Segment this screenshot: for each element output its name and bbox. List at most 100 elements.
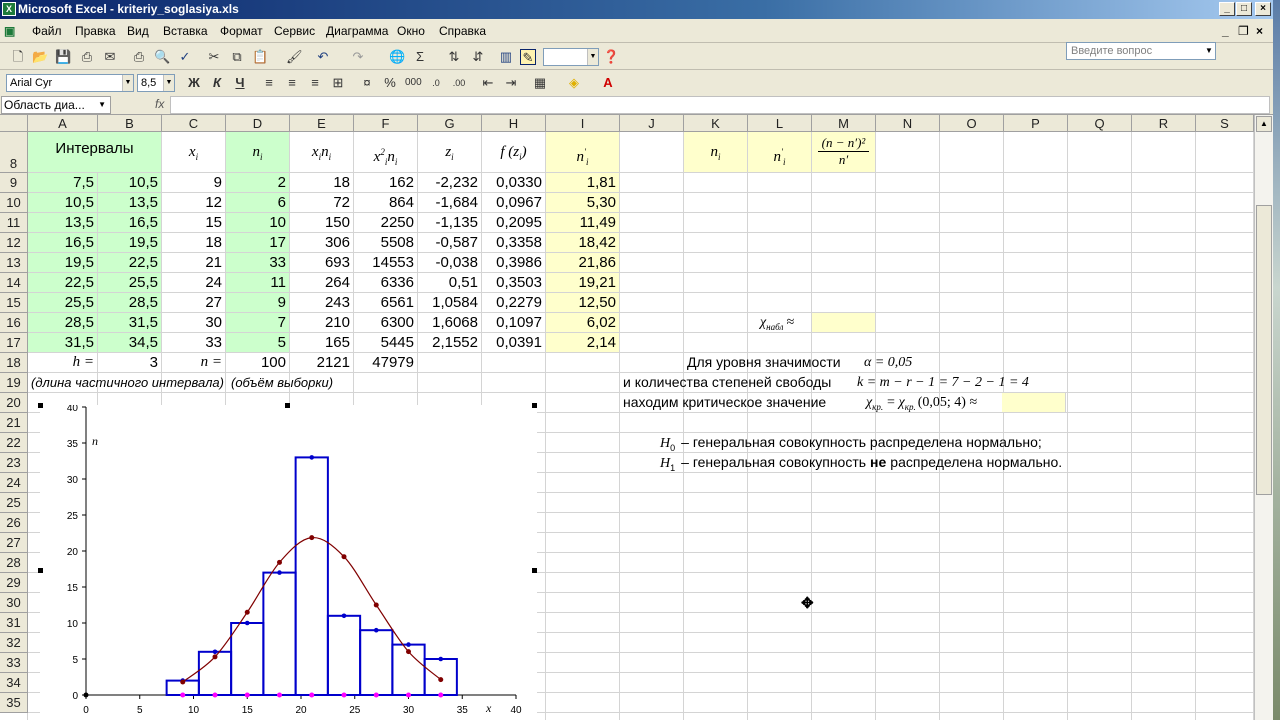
row-header[interactable]: 18 — [0, 353, 28, 373]
cell[interactable]: 6,02 — [546, 313, 620, 333]
cell[interactable]: 5,30 — [546, 193, 620, 213]
scroll-thumb[interactable] — [1256, 205, 1272, 495]
cell[interactable]: 6300 — [354, 313, 418, 333]
cell[interactable]: 7,5 — [28, 173, 98, 193]
doc-minimize-icon[interactable]: _ — [1222, 24, 1229, 38]
spelling-icon[interactable]: ✓ — [177, 49, 193, 65]
cell[interactable]: 2,1552 — [418, 333, 482, 353]
merge-center-icon[interactable]: ⊞ — [330, 75, 346, 91]
menu-insert[interactable]: Вставка — [163, 24, 208, 38]
cell[interactable]: 264 — [290, 273, 354, 293]
row-header[interactable]: 19 — [0, 373, 28, 393]
cell[interactable]: 3 — [98, 353, 162, 373]
sort-desc-icon[interactable]: ⇵ — [470, 49, 486, 65]
cell[interactable]: 13,5 — [28, 213, 98, 233]
cell[interactable]: 693 — [290, 253, 354, 273]
menu-file[interactable]: Файл — [32, 24, 62, 38]
doc-close-icon[interactable]: × — [1256, 24, 1263, 38]
cell[interactable]: 15 — [162, 213, 226, 233]
menu-format[interactable]: Формат — [220, 24, 263, 38]
cell[interactable]: 16,5 — [98, 213, 162, 233]
cell[interactable]: 16,5 — [28, 233, 98, 253]
cell[interactable]: 19,5 — [98, 233, 162, 253]
cell[interactable]: 21 — [162, 253, 226, 273]
cell[interactable]: xini — [290, 132, 354, 173]
cell[interactable]: -1,684 — [418, 193, 482, 213]
cell[interactable]: -2,232 — [418, 173, 482, 193]
cell[interactable]: xi — [162, 132, 226, 173]
chevron-down-icon[interactable]: ▼ — [122, 75, 133, 91]
row-header[interactable]: 12 — [0, 233, 28, 253]
cell[interactable]: 9 — [162, 173, 226, 193]
row-header[interactable]: 30 — [0, 593, 28, 613]
open-icon[interactable]: 📂 — [32, 49, 48, 65]
cell[interactable]: 0,0391 — [482, 333, 546, 353]
row-header[interactable]: 20 — [0, 393, 28, 413]
column-header[interactable]: G — [418, 115, 482, 132]
cell[interactable]: 5508 — [354, 233, 418, 253]
column-header[interactable]: P — [1004, 115, 1068, 132]
hyperlink-icon[interactable]: 🌐 — [389, 49, 405, 65]
cell[interactable]: 0,2279 — [482, 293, 546, 313]
cell[interactable]: -0,038 — [418, 253, 482, 273]
undo-icon[interactable]: ↶ — [315, 49, 331, 65]
cell[interactable]: 25,5 — [28, 293, 98, 313]
column-header[interactable]: J — [620, 115, 684, 132]
fx-icon[interactable]: fx — [155, 97, 164, 111]
cell[interactable]: 0,51 — [418, 273, 482, 293]
align-left-icon[interactable]: ≡ — [261, 75, 277, 91]
cell[interactable]: 11 — [226, 273, 290, 293]
row-header[interactable]: 24 — [0, 473, 28, 493]
increase-indent-icon[interactable]: ⇥ — [503, 75, 519, 91]
row-header[interactable]: 22 — [0, 433, 28, 453]
cell[interactable]: 33 — [162, 333, 226, 353]
font-color-icon[interactable]: A — [600, 75, 616, 91]
chevron-down-icon[interactable]: ▼ — [163, 75, 174, 91]
vertical-scrollbar[interactable]: ▲ — [1254, 115, 1273, 720]
cell[interactable]: 243 — [290, 293, 354, 313]
cell[interactable]: 7 — [226, 313, 290, 333]
cell[interactable]: 0,3986 — [482, 253, 546, 273]
cell[interactable]: f (zi) — [482, 132, 546, 173]
row-header[interactable]: 28 — [0, 553, 28, 573]
row-header[interactable]: 23 — [0, 453, 28, 473]
cell[interactable]: 162 — [354, 173, 418, 193]
cell[interactable]: 2250 — [354, 213, 418, 233]
scroll-up-icon[interactable]: ▲ — [1256, 116, 1272, 132]
cell[interactable]: 31,5 — [28, 333, 98, 353]
row-header[interactable]: 10 — [0, 193, 28, 213]
column-header[interactable]: C — [162, 115, 226, 132]
cell[interactable]: 14553 — [354, 253, 418, 273]
row-header[interactable]: 14 — [0, 273, 28, 293]
column-header[interactable]: Q — [1068, 115, 1132, 132]
row-header[interactable]: 15 — [0, 293, 28, 313]
selection-handle[interactable] — [38, 568, 43, 573]
cell[interactable]: 10 — [226, 213, 290, 233]
cell[interactable]: 1,81 — [546, 173, 620, 193]
cell[interactable]: 12,50 — [546, 293, 620, 313]
column-header[interactable]: M — [812, 115, 876, 132]
cell[interactable]: zi — [418, 132, 482, 173]
row-header[interactable]: 8 — [0, 132, 28, 173]
italic-button[interactable]: К — [209, 75, 225, 91]
column-header[interactable]: N — [876, 115, 940, 132]
column-header[interactable]: O — [940, 115, 1004, 132]
row-header[interactable]: 35 — [0, 693, 28, 713]
cell[interactable]: 10,5 — [98, 173, 162, 193]
column-header[interactable]: F — [354, 115, 418, 132]
column-header[interactable]: S — [1196, 115, 1254, 132]
menu-chart[interactable]: Диаграмма — [326, 24, 388, 38]
drawing-icon[interactable]: ✎ — [520, 49, 536, 65]
formula-input[interactable] — [170, 96, 1270, 114]
redo-icon[interactable]: ↷ — [350, 49, 366, 65]
cell[interactable]: -0,587 — [418, 233, 482, 253]
cut-icon[interactable]: ✂ — [206, 49, 222, 65]
align-right-icon[interactable]: ≡ — [307, 75, 323, 91]
column-header[interactable]: K — [684, 115, 748, 132]
select-all-corner[interactable] — [0, 115, 28, 132]
decrease-decimal-icon[interactable]: .00 — [451, 75, 467, 91]
cell[interactable]: 0,2095 — [482, 213, 546, 233]
row-header[interactable]: 32 — [0, 633, 28, 653]
chevron-down-icon[interactable]: ▼ — [587, 49, 598, 65]
currency-icon[interactable]: ¤ — [359, 75, 375, 91]
